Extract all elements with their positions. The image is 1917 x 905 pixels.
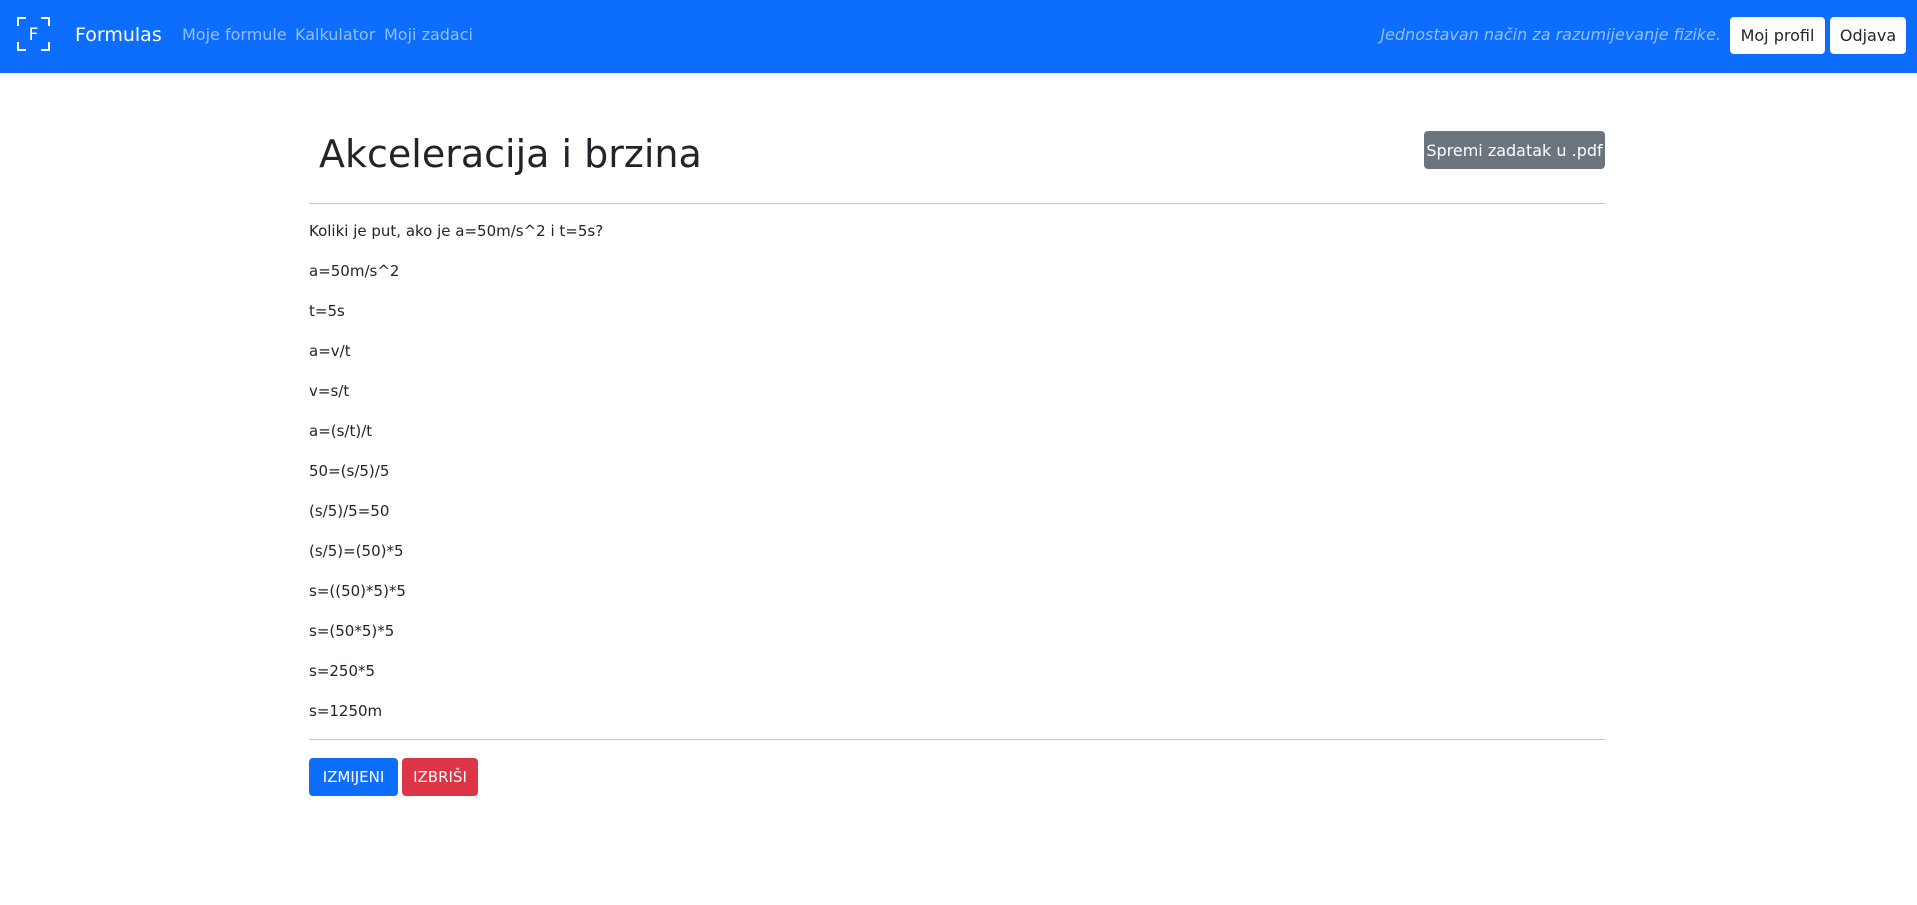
solution-step: v=s/t xyxy=(309,382,350,400)
solution-step: s=250*5 xyxy=(309,662,376,680)
divider-top xyxy=(309,203,1605,204)
nav-link-moje-formule[interactable]: Moje formule xyxy=(182,25,287,45)
solution-step: 50=(s/5)/5 xyxy=(309,462,390,480)
task-question: Koliki je put, ako je a=50m/s^2 i t=5s? xyxy=(309,222,604,240)
solution-result: s=1250m xyxy=(309,702,383,720)
solution-step: t=5s xyxy=(309,302,345,320)
profile-button[interactable]: Moj profil xyxy=(1730,17,1825,54)
nav-link-kalkulator[interactable]: Kalkulator xyxy=(295,25,375,45)
edit-button[interactable]: IZMIJENI xyxy=(309,758,398,796)
delete-button[interactable]: IZBRIŠI xyxy=(402,758,478,796)
page-title: Akceleracija i brzina xyxy=(319,132,702,176)
brand-name[interactable]: Formulas xyxy=(75,22,162,48)
solution-step: a=50m/s^2 xyxy=(309,262,400,280)
solution-step: s=(50*5)*5 xyxy=(309,622,395,640)
solution-step: s=((50)*5)*5 xyxy=(309,582,406,600)
solution-step: a=v/t xyxy=(309,342,351,360)
top-navbar: F Formulas Moje formule Kalkulator Moji … xyxy=(0,0,1917,73)
solution-step: (s/5)=(50)*5 xyxy=(309,542,404,560)
solution-step: (s/5)/5=50 xyxy=(309,502,390,520)
logout-button[interactable]: Odjava xyxy=(1830,17,1906,54)
brand-logo-icon[interactable]: F xyxy=(17,17,50,51)
navbar-tagline: Jednostavan način za razumijevanje fizik… xyxy=(1380,25,1721,44)
solution-step: a=(s/t)/t xyxy=(309,422,373,440)
solution-steps: Koliki je put, ako je a=50m/s^2 i t=5s? … xyxy=(309,221,1605,741)
nav-link-moji-zadaci[interactable]: Moji zadaci xyxy=(384,25,473,45)
brand-logo-letter: F xyxy=(29,25,39,45)
divider-bottom xyxy=(309,739,1605,740)
save-pdf-button[interactable]: Spremi zadatak u .pdf xyxy=(1424,131,1605,169)
